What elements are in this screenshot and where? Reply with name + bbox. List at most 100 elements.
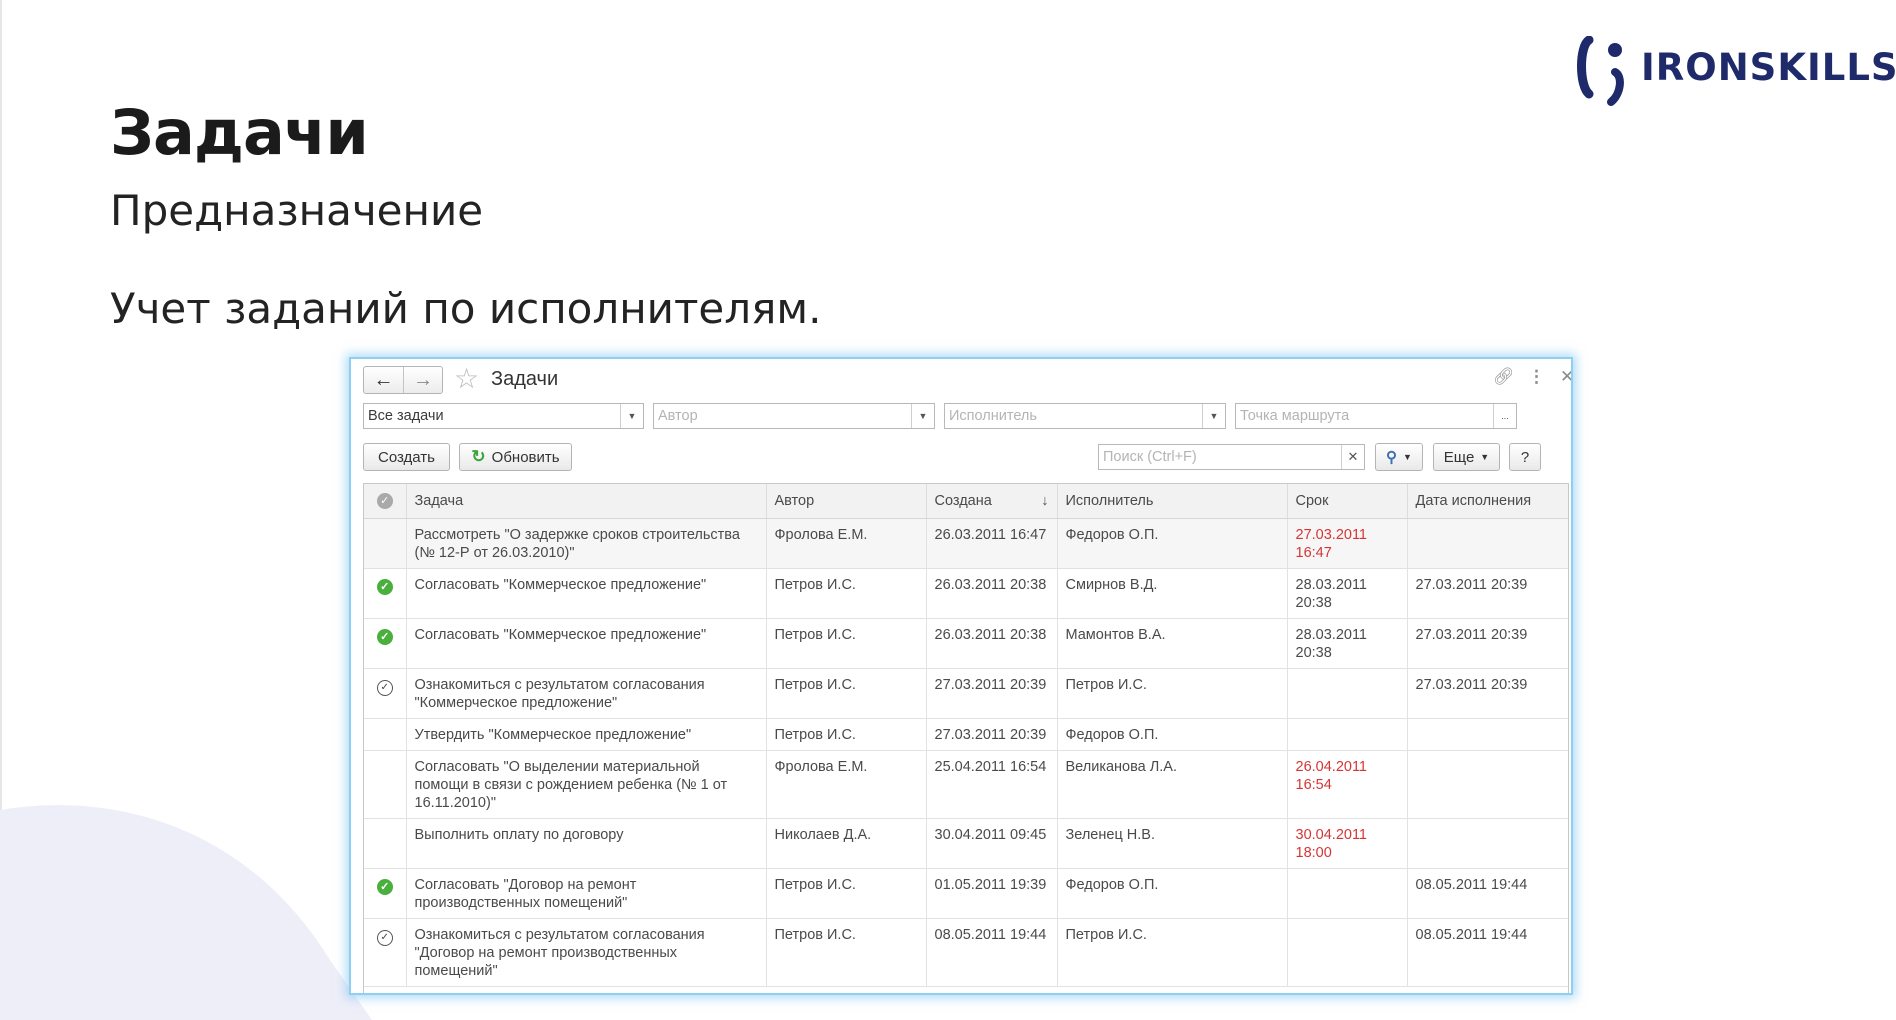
- status-cell: ✓: [364, 618, 407, 669]
- table-row[interactable]: ✓ Ознакомиться с результатом согласования…: [364, 668, 1568, 719]
- due-cell: 30.04.2011 18:00: [1287, 818, 1408, 869]
- created-cell: 26.03.2011 16:47: [926, 518, 1058, 569]
- logo-text: IRONSKILLS: [1641, 46, 1896, 89]
- due-cell: [1287, 868, 1408, 919]
- task-cell: Ознакомиться с результатом согласования …: [406, 668, 767, 719]
- route-point-filter-field[interactable]: Точка маршрута ...: [1235, 403, 1517, 429]
- link-icon[interactable]: 🔗︎: [1493, 367, 1515, 387]
- tasks-filter-select[interactable]: Все задачи ▼: [363, 403, 644, 429]
- sort-desc-icon: ↓: [1041, 492, 1049, 509]
- task-completed-icon: ✓: [376, 628, 393, 645]
- table-row[interactable]: ✓ Согласовать "Коммерческое предложение" П…: [364, 618, 1568, 669]
- column-header-sorted[interactable]: Создана ↓: [926, 484, 1058, 519]
- author-cell: Петров И.С.: [766, 568, 927, 619]
- executor-cell: Федоров О.П.: [1057, 518, 1288, 569]
- table-row[interactable]: ✓ Ознакомиться с результатом согласования…: [364, 918, 1568, 987]
- window-title: Задачи: [491, 368, 559, 390]
- task-cell: Согласовать "О выделении материальной по…: [406, 750, 767, 819]
- column-header[interactable]: Дата исполнения: [1407, 484, 1568, 519]
- filter-bar: Все задачи ▼ Автор ▼ Исполнитель ▼ Точка…: [363, 403, 1571, 431]
- created-cell: 01.05.2011 19:39: [926, 868, 1058, 919]
- executor-cell: Петров И.С.: [1057, 918, 1288, 987]
- due-cell: 28.03.2011 20:38: [1287, 618, 1408, 669]
- tasks-table[interactable]: ✓ Задача Автор Создана ↓ Исполнитель Срок…: [363, 483, 1569, 993]
- task-completed-icon: ✓: [376, 878, 393, 895]
- slide-subtitle: Предназначение: [110, 186, 484, 235]
- refresh-button-label: Обновить: [491, 448, 560, 466]
- task-cell: Рассмотреть "О задержке сроков строитель…: [406, 518, 767, 569]
- more-button[interactable]: Еще ▼: [1433, 443, 1500, 471]
- arrow-left-icon: ←: [373, 368, 394, 391]
- done-date-cell: 08.05.2011 19:44: [1407, 918, 1568, 987]
- done-date-cell: [1407, 718, 1568, 751]
- column-header[interactable]: Срок: [1287, 484, 1408, 519]
- table-row[interactable]: Утвердить "Коммерческое предложение" Петр…: [364, 718, 1568, 751]
- table-row[interactable]: ✓ Согласовать "Коммерческое предложение" П…: [364, 568, 1568, 619]
- table-row[interactable]: Согласовать "О выделении материальной по…: [364, 750, 1568, 819]
- task-completed-icon: ✓: [376, 578, 393, 595]
- task-cell: Утвердить "Коммерческое предложение": [406, 718, 767, 751]
- create-button[interactable]: Создать: [363, 443, 450, 471]
- search-placeholder: Поиск (Ctrl+F): [1103, 449, 1197, 465]
- refresh-button[interactable]: ↻ Обновить: [459, 443, 572, 471]
- column-header[interactable]: Задача: [406, 484, 767, 519]
- star-icon[interactable]: ☆: [454, 365, 479, 393]
- status-cell: ✓: [364, 918, 407, 987]
- status-cell: [364, 518, 407, 569]
- dropdown-arrow-icon[interactable]: ▼: [1202, 404, 1225, 428]
- dropdown-arrow-icon[interactable]: ▼: [911, 404, 934, 428]
- background-blob: [0, 805, 372, 1020]
- column-header-label: Создана: [934, 492, 992, 509]
- executor-cell: Мамонтов В.А.: [1057, 618, 1288, 669]
- due-cell: [1287, 718, 1408, 751]
- created-cell: 30.04.2011 09:45: [926, 818, 1058, 869]
- column-header[interactable]: Исполнитель: [1057, 484, 1288, 519]
- search-icon: ⚲: [1386, 449, 1398, 466]
- dropdown-arrow-icon: ▼: [1480, 452, 1490, 462]
- close-icon[interactable]: ✕: [1560, 367, 1571, 387]
- task-cell: Ознакомиться с результатом согласования …: [406, 918, 767, 987]
- author-cell: Петров И.С.: [766, 618, 927, 669]
- done-date-cell: 27.03.2011 20:39: [1407, 568, 1568, 619]
- executor-filter-placeholder: Исполнитель: [949, 408, 1037, 424]
- status-cell: [364, 718, 407, 751]
- executor-cell: Великанова Л.А.: [1057, 750, 1288, 819]
- table-row[interactable]: ✓ Согласовать "Договор на ремонт производ…: [364, 868, 1568, 919]
- column-header[interactable]: Автор: [766, 484, 927, 519]
- help-button[interactable]: ?: [1509, 443, 1541, 471]
- tasks-filter-value: Все задачи: [368, 408, 444, 424]
- status-cell: ✓: [364, 868, 407, 919]
- ellipsis-icon[interactable]: ...: [1493, 404, 1516, 428]
- due-cell: 26.04.2011 16:54: [1287, 750, 1408, 819]
- created-cell: 25.04.2011 16:54: [926, 750, 1058, 819]
- table-row[interactable]: Рассмотреть "О задержке сроков строитель…: [364, 518, 1568, 569]
- author-cell: Петров И.С.: [766, 668, 927, 719]
- search-input[interactable]: Поиск (Ctrl+F) ✕: [1098, 444, 1365, 470]
- executor-cell: Петров И.С.: [1057, 668, 1288, 719]
- executor-filter-field[interactable]: Исполнитель ▼: [944, 403, 1226, 429]
- more-vert-icon[interactable]: ⋮: [1528, 367, 1545, 387]
- dropdown-arrow-icon[interactable]: ▼: [620, 404, 643, 428]
- created-cell: 27.03.2011 20:39: [926, 718, 1058, 751]
- table-row[interactable]: Выполнить оплату по договору Николаев Д.А…: [364, 818, 1568, 869]
- due-cell: 27.03.2011 16:47: [1287, 518, 1408, 569]
- task-cell: Согласовать "Коммерческое предложение": [406, 568, 767, 619]
- route-point-filter-placeholder: Точка маршрута: [1240, 408, 1350, 424]
- forward-button[interactable]: →: [403, 367, 442, 393]
- author-cell: Фролова Е.М.: [766, 750, 927, 819]
- status-column-header[interactable]: ✓: [364, 484, 407, 519]
- back-button[interactable]: ←: [364, 367, 403, 393]
- task-acknowledged-icon: ✓: [376, 679, 393, 696]
- task-cell: Согласовать "Договор на ремонт производс…: [406, 868, 767, 919]
- command-bar: Создать ↻ Обновить Поиск (Ctrl+F) ✕ ⚲ ▼ …: [363, 443, 1571, 473]
- clear-icon[interactable]: ✕: [1341, 445, 1364, 469]
- created-cell: 27.03.2011 20:39: [926, 668, 1058, 719]
- dropdown-arrow-icon: ▼: [1403, 452, 1412, 462]
- slide-title: Задачи: [110, 96, 369, 169]
- task-cell: Согласовать "Коммерческое предложение": [406, 618, 767, 669]
- done-date-cell: 27.03.2011 20:39: [1407, 618, 1568, 669]
- author-filter-field[interactable]: Автор ▼: [653, 403, 935, 429]
- search-options-button[interactable]: ⚲ ▼: [1375, 443, 1423, 471]
- table-header-row: ✓ Задача Автор Создана ↓ Исполнитель Срок…: [364, 484, 1568, 519]
- status-cell: ✓: [364, 568, 407, 619]
